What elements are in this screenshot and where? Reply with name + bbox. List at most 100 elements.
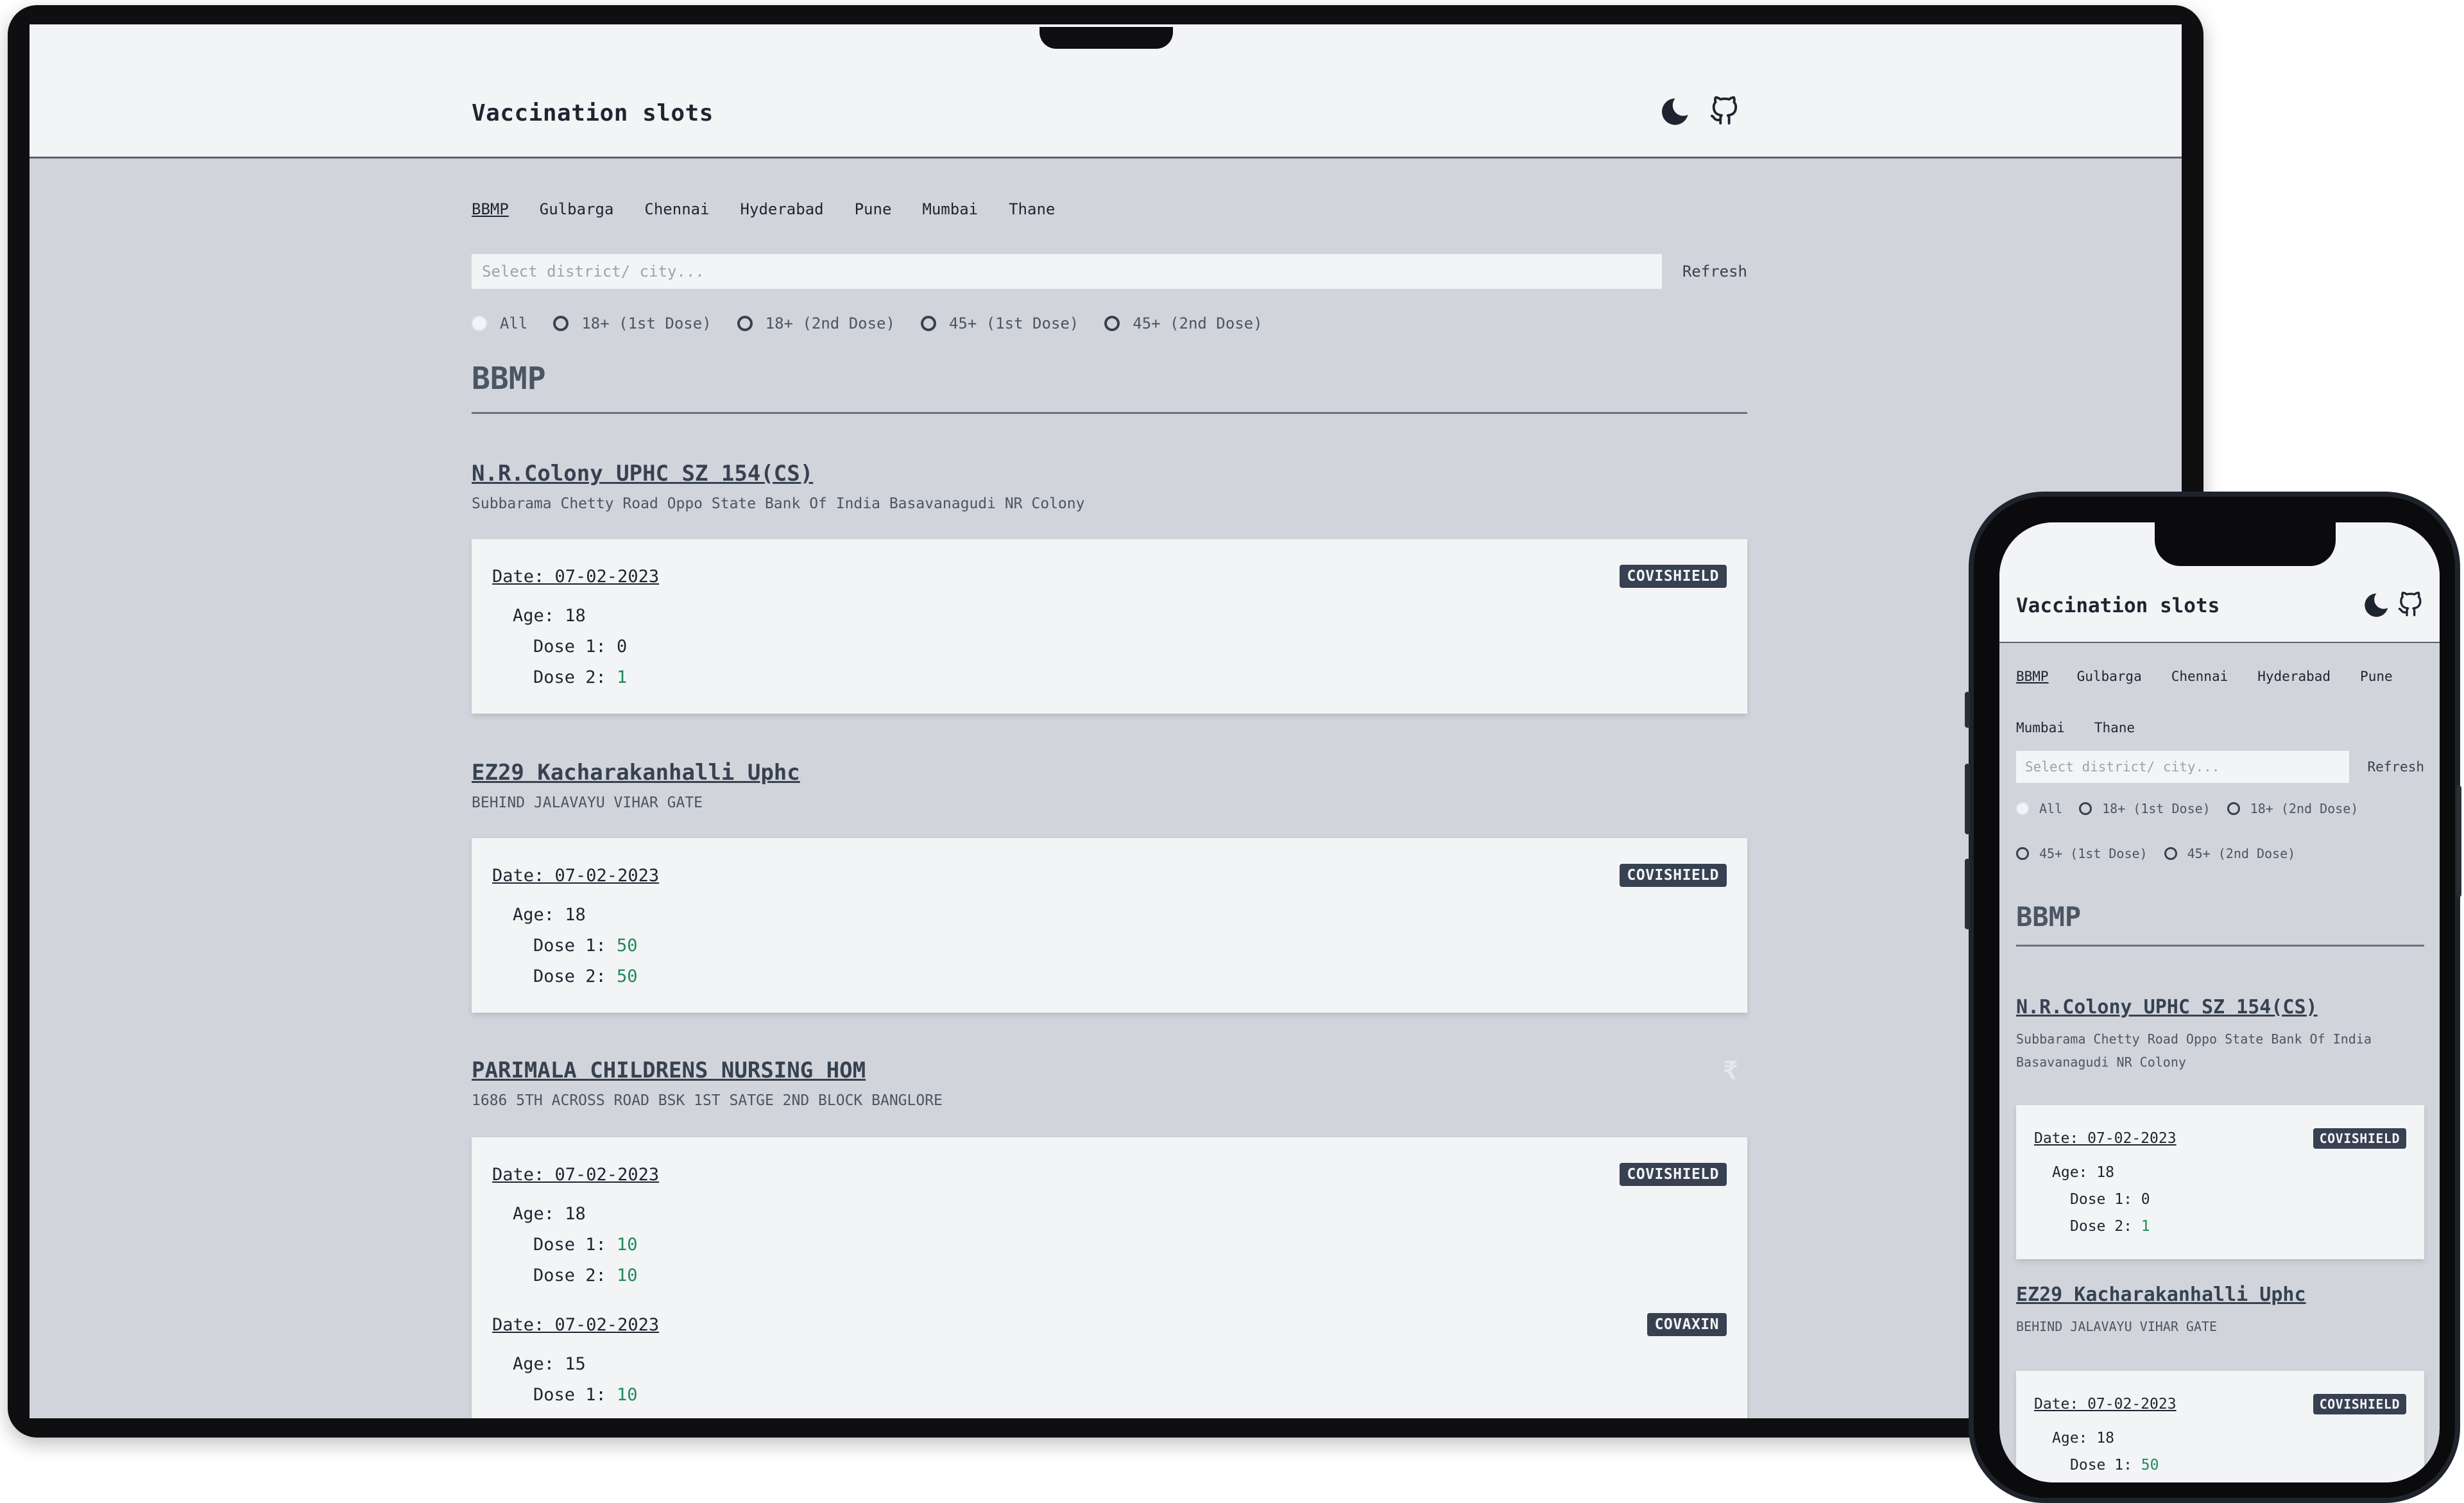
filter-all[interactable]: All	[472, 314, 527, 332]
radio-unselected[interactable]	[2016, 847, 2029, 860]
center-name[interactable]: N.R.Colony UPHC SZ 154(CS)	[472, 461, 1747, 486]
github-icon[interactable]	[1709, 96, 1739, 126]
filter-label: All	[2039, 801, 2063, 816]
dose1-line: Dose 1: 10	[533, 1230, 1727, 1260]
dose1-label: Dose 1:	[533, 1235, 617, 1255]
age-value: 18	[565, 1204, 586, 1224]
center-item: N.R.Colony UPHC SZ 154(CS) Subbarama Che…	[2016, 996, 2424, 1074]
dose1-label: Dose 1:	[533, 637, 617, 657]
tab-bbmp[interactable]: BBMP	[472, 200, 509, 218]
tab-gulbarga[interactable]: Gulbarga	[2077, 669, 2142, 684]
dose2-line: Dose 2: 10	[533, 1260, 1727, 1291]
district-heading: BBMP	[2016, 901, 2082, 932]
laptop-camera-notch	[1040, 27, 1173, 49]
refresh-button[interactable]: Refresh	[1682, 262, 1747, 280]
dose2-line: Dose 2: 50	[533, 961, 1727, 992]
radio-unselected[interactable]	[553, 316, 569, 331]
filter-18-dose1[interactable]: 18+ (1st Dose)	[553, 314, 712, 332]
divider	[472, 412, 1747, 414]
filter-45-dose1[interactable]: 45+ (1st Dose)	[920, 314, 1079, 332]
search-row: Refresh	[472, 254, 1747, 289]
dose2-value: 50	[617, 966, 638, 986]
radio-unselected[interactable]	[920, 316, 936, 331]
dose1-value: 0	[2141, 1191, 2150, 1208]
radio-selected[interactable]	[472, 316, 487, 331]
dose2-label: Dose 2:	[533, 667, 617, 687]
session-date: Date: 07-02-2023	[2034, 1130, 2177, 1147]
session: Date: 07-02-2023 COVISHIELD Age: 18 Dose…	[2034, 1105, 2406, 1240]
age-label: Age:	[513, 1204, 565, 1224]
moon-icon[interactable]	[1658, 95, 1691, 128]
dose1-value: 50	[2141, 1457, 2159, 1473]
tab-bbmp[interactable]: BBMP	[2016, 669, 2049, 684]
github-icon[interactable]	[2397, 592, 2423, 617]
dose2-value: 1	[2141, 1218, 2150, 1235]
age-label: Age:	[2052, 1430, 2097, 1447]
age-line: Age: 18	[2052, 1159, 2406, 1186]
tab-mumbai[interactable]: Mumbai	[2016, 720, 2065, 735]
dose1-label: Dose 1:	[533, 1385, 617, 1405]
filter-18-dose2[interactable]: 18+ (2nd Dose)	[2227, 801, 2359, 816]
phone-side-button	[1965, 764, 1970, 834]
tab-mumbai[interactable]: Mumbai	[922, 200, 978, 218]
district-tabs: BBMP Gulbarga Chennai Hyderabad Pune Mum…	[472, 200, 1086, 218]
session-card: Date: 07-02-2023 COVISHIELD Age: 18 Dose…	[2016, 1105, 2424, 1259]
dose1-line: Dose 1: 50	[2070, 1452, 2406, 1479]
session-date: Date: 07-02-2023	[2034, 1396, 2177, 1413]
phone-frame: Vaccination slots BBMP Gulbarga Chennai …	[1965, 492, 2461, 1503]
tab-thane[interactable]: Thane	[2094, 720, 2135, 735]
filter-18-dose1[interactable]: 18+ (1st Dose)	[2079, 801, 2211, 816]
filter-all[interactable]: All	[2016, 801, 2062, 816]
center-name[interactable]: N.R.Colony UPHC SZ 154(CS)	[2016, 996, 2424, 1018]
filter-label: 18+ (2nd Dose)	[2250, 801, 2359, 816]
radio-unselected[interactable]	[2079, 802, 2092, 815]
filter-45-dose2[interactable]: 45+ (2nd Dose)	[2164, 846, 2295, 861]
vaccine-badge: COVISHIELD	[1619, 1163, 1727, 1186]
radio-unselected[interactable]	[2227, 802, 2240, 815]
filter-label: 18+ (2nd Dose)	[765, 314, 895, 332]
filter-label: 18+ (1st Dose)	[2102, 801, 2211, 816]
filter-18-dose2[interactable]: 18+ (2nd Dose)	[737, 314, 895, 332]
center-name[interactable]: PARIMALA CHILDRENS NURSING HOM	[472, 1058, 1747, 1083]
age-line: Age: 18	[513, 900, 1727, 931]
filter-45-dose1[interactable]: 45+ (1st Dose)	[2016, 846, 2148, 861]
tab-thane[interactable]: Thane	[1009, 200, 1055, 218]
dose2-value: 1	[617, 667, 628, 687]
dose1-line: Dose 1: 50	[533, 931, 1727, 961]
center-address: 1686 5TH ACROSS ROAD BSK 1ST SATGE 2ND B…	[472, 1092, 943, 1109]
filter-label: 45+ (2nd Dose)	[1133, 314, 1263, 332]
radio-unselected[interactable]	[2164, 847, 2177, 860]
vaccine-badge: COVISHIELD	[1619, 565, 1727, 588]
rupee-icon: ₹	[1722, 1056, 1738, 1086]
age-line: Age: 18	[513, 601, 1727, 631]
center-address: Subbarama Chetty Road Oppo State Bank Of…	[2016, 1031, 2372, 1070]
district-search-input[interactable]	[472, 254, 1662, 289]
refresh-button[interactable]: Refresh	[2367, 759, 2424, 775]
filter-label: All	[500, 314, 528, 332]
dose2-label: Dose 2:	[533, 966, 617, 986]
center-address: BEHIND JALAVAYU VIHAR GATE	[2016, 1319, 2218, 1334]
dose2-label: Dose 2:	[2070, 1218, 2141, 1235]
session-card: Date: 07-02-2023 COVISHIELD Age: 18 Dose…	[472, 838, 1747, 1013]
session-card: Date: 07-02-2023 COVISHIELD Age: 18 Dose…	[472, 1137, 1747, 1418]
radio-unselected[interactable]	[737, 316, 753, 331]
center-item: EZ29 Kacharakanhalli Uphc BEHIND JALAVAY…	[472, 760, 1747, 811]
age-label: Age:	[513, 1354, 565, 1374]
center-name[interactable]: EZ29 Kacharakanhalli Uphc	[2016, 1284, 2424, 1306]
tab-pune[interactable]: Pune	[855, 200, 892, 218]
moon-icon[interactable]	[2361, 590, 2391, 620]
tab-hyderabad[interactable]: Hyderabad	[740, 200, 824, 218]
tab-pune[interactable]: Pune	[2360, 669, 2393, 684]
age-line: Age: 18	[513, 1199, 1727, 1230]
radio-unselected[interactable]	[1104, 316, 1120, 331]
tab-chennai[interactable]: Chennai	[2171, 669, 2229, 684]
dose1-value: 10	[617, 1385, 638, 1405]
tab-chennai[interactable]: Chennai	[644, 200, 709, 218]
tab-gulbarga[interactable]: Gulbarga	[540, 200, 614, 218]
filter-45-dose2[interactable]: 45+ (2nd Dose)	[1104, 314, 1263, 332]
center-name[interactable]: EZ29 Kacharakanhalli Uphc	[472, 760, 1747, 786]
radio-selected[interactable]	[2016, 802, 2029, 815]
dose2-label: Dose 2:	[533, 1266, 617, 1285]
tab-hyderabad[interactable]: Hyderabad	[2257, 669, 2331, 684]
district-search-input[interactable]	[2016, 751, 2350, 783]
